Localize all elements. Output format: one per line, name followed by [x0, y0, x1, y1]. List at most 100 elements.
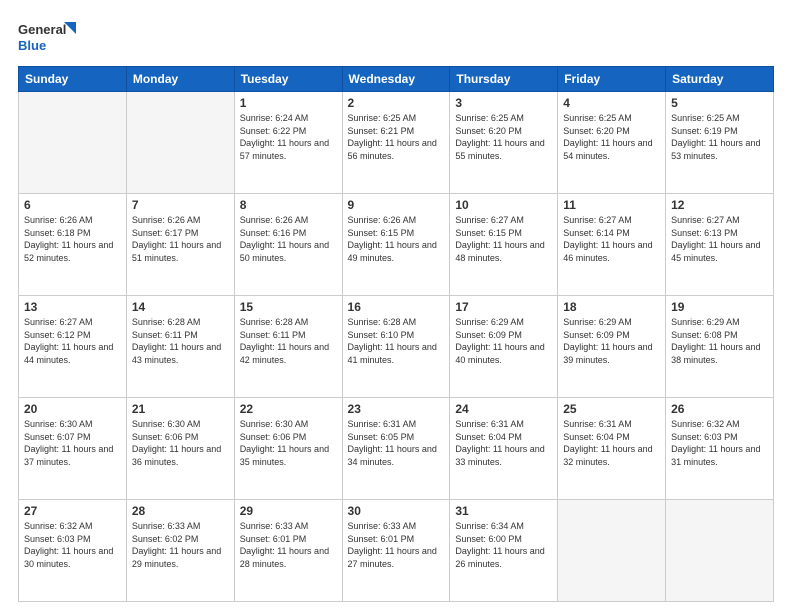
cell-daylight-info: Sunrise: 6:24 AM Sunset: 6:22 PM Dayligh… [240, 112, 337, 162]
cell-daylight-info: Sunrise: 6:30 AM Sunset: 6:06 PM Dayligh… [240, 418, 337, 468]
weekday-header-saturday: Saturday [666, 67, 774, 92]
calendar-cell [558, 500, 666, 602]
calendar-cell: 27Sunrise: 6:32 AM Sunset: 6:03 PM Dayli… [19, 500, 127, 602]
cell-daylight-info: Sunrise: 6:29 AM Sunset: 6:09 PM Dayligh… [563, 316, 660, 366]
svg-text:Blue: Blue [18, 38, 46, 53]
day-number: 31 [455, 504, 552, 518]
day-number: 3 [455, 96, 552, 110]
logo-svg: General Blue [18, 18, 78, 58]
weekday-header-monday: Monday [126, 67, 234, 92]
calendar-cell: 22 Sunrise: 6:30 AM Sunset: 6:06 PM Dayli… [234, 398, 342, 500]
calendar-cell: 8 Sunrise: 6:26 AM Sunset: 6:16 PM Daylig… [234, 194, 342, 296]
cell-daylight-info: Sunrise: 6:29 AM Sunset: 6:09 PM Dayligh… [455, 316, 552, 366]
cell-daylight-info: Sunrise: 6:31 AM Sunset: 6:04 PM Dayligh… [455, 418, 552, 468]
day-number: 11 [563, 198, 660, 212]
day-number: 29 [240, 504, 337, 518]
cell-daylight-info: Sunrise: 6:25 AM Sunset: 6:20 PM Dayligh… [563, 112, 660, 162]
calendar-cell: 9 Sunrise: 6:26 AM Sunset: 6:15 PM Daylig… [342, 194, 450, 296]
day-number: 17 [455, 300, 552, 314]
cell-daylight-info: Sunrise: 6:31 AM Sunset: 6:04 PM Dayligh… [563, 418, 660, 468]
cell-daylight-info: Sunrise: 6:33 AM Sunset: 6:02 PM Dayligh… [132, 520, 229, 570]
cell-daylight-info: Sunrise: 6:25 AM Sunset: 6:19 PM Dayligh… [671, 112, 768, 162]
weekday-header-sunday: Sunday [19, 67, 127, 92]
calendar-cell: 31Sunrise: 6:34 AM Sunset: 6:00 PM Dayli… [450, 500, 558, 602]
cell-daylight-info: Sunrise: 6:28 AM Sunset: 6:11 PM Dayligh… [132, 316, 229, 366]
cell-daylight-info: Sunrise: 6:33 AM Sunset: 6:01 PM Dayligh… [348, 520, 445, 570]
cell-daylight-info: Sunrise: 6:33 AM Sunset: 6:01 PM Dayligh… [240, 520, 337, 570]
day-number: 23 [348, 402, 445, 416]
cell-daylight-info: Sunrise: 6:29 AM Sunset: 6:08 PM Dayligh… [671, 316, 768, 366]
cell-daylight-info: Sunrise: 6:28 AM Sunset: 6:10 PM Dayligh… [348, 316, 445, 366]
cell-daylight-info: Sunrise: 6:25 AM Sunset: 6:21 PM Dayligh… [348, 112, 445, 162]
calendar-cell: 17 Sunrise: 6:29 AM Sunset: 6:09 PM Dayli… [450, 296, 558, 398]
week-row-4: 27Sunrise: 6:32 AM Sunset: 6:03 PM Dayli… [19, 500, 774, 602]
day-number: 21 [132, 402, 229, 416]
cell-daylight-info: Sunrise: 6:32 AM Sunset: 6:03 PM Dayligh… [671, 418, 768, 468]
cell-daylight-info: Sunrise: 6:25 AM Sunset: 6:20 PM Dayligh… [455, 112, 552, 162]
day-number: 2 [348, 96, 445, 110]
cell-daylight-info: Sunrise: 6:27 AM Sunset: 6:14 PM Dayligh… [563, 214, 660, 264]
day-number: 13 [24, 300, 121, 314]
calendar-cell: 6 Sunrise: 6:26 AM Sunset: 6:18 PM Daylig… [19, 194, 127, 296]
day-number: 25 [563, 402, 660, 416]
weekday-header-thursday: Thursday [450, 67, 558, 92]
calendar-cell: 21Sunrise: 6:30 AM Sunset: 6:06 PM Dayli… [126, 398, 234, 500]
day-number: 1 [240, 96, 337, 110]
day-number: 7 [132, 198, 229, 212]
calendar-cell: 4 Sunrise: 6:25 AM Sunset: 6:20 PM Daylig… [558, 92, 666, 194]
day-number: 19 [671, 300, 768, 314]
day-number: 27 [24, 504, 121, 518]
calendar-cell: 10 Sunrise: 6:27 AM Sunset: 6:15 PM Dayli… [450, 194, 558, 296]
logo: General Blue [18, 18, 78, 58]
svg-text:General: General [18, 22, 66, 37]
day-number: 22 [240, 402, 337, 416]
cell-daylight-info: Sunrise: 6:27 AM Sunset: 6:13 PM Dayligh… [671, 214, 768, 264]
page: General Blue SundayMondayTuesdayWednesda… [0, 0, 792, 612]
calendar-table: SundayMondayTuesdayWednesdayThursdayFrid… [18, 66, 774, 602]
cell-daylight-info: Sunrise: 6:28 AM Sunset: 6:11 PM Dayligh… [240, 316, 337, 366]
cell-daylight-info: Sunrise: 6:26 AM Sunset: 6:16 PM Dayligh… [240, 214, 337, 264]
cell-daylight-info: Sunrise: 6:27 AM Sunset: 6:15 PM Dayligh… [455, 214, 552, 264]
cell-daylight-info: Sunrise: 6:26 AM Sunset: 6:15 PM Dayligh… [348, 214, 445, 264]
calendar-cell: 16 Sunrise: 6:28 AM Sunset: 6:10 PM Dayli… [342, 296, 450, 398]
week-row-0: 1 Sunrise: 6:24 AM Sunset: 6:22 PM Daylig… [19, 92, 774, 194]
calendar-cell: 23 Sunrise: 6:31 AM Sunset: 6:05 PM Dayli… [342, 398, 450, 500]
calendar-cell: 15 Sunrise: 6:28 AM Sunset: 6:11 PM Dayli… [234, 296, 342, 398]
calendar-cell: 14 Sunrise: 6:28 AM Sunset: 6:11 PM Dayli… [126, 296, 234, 398]
day-number: 16 [348, 300, 445, 314]
day-number: 18 [563, 300, 660, 314]
calendar-cell: 18 Sunrise: 6:29 AM Sunset: 6:09 PM Dayli… [558, 296, 666, 398]
day-number: 30 [348, 504, 445, 518]
day-number: 14 [132, 300, 229, 314]
calendar-cell: 13Sunrise: 6:27 AM Sunset: 6:12 PM Dayli… [19, 296, 127, 398]
day-number: 9 [348, 198, 445, 212]
calendar-cell: 5Sunrise: 6:25 AM Sunset: 6:19 PM Daylig… [666, 92, 774, 194]
calendar-cell [19, 92, 127, 194]
day-number: 20 [24, 402, 121, 416]
weekday-header-friday: Friday [558, 67, 666, 92]
day-number: 6 [24, 198, 121, 212]
calendar-cell: 7Sunrise: 6:26 AM Sunset: 6:17 PM Daylig… [126, 194, 234, 296]
week-row-2: 13Sunrise: 6:27 AM Sunset: 6:12 PM Dayli… [19, 296, 774, 398]
calendar-cell: 24Sunrise: 6:31 AM Sunset: 6:04 PM Dayli… [450, 398, 558, 500]
calendar-cell: 3 Sunrise: 6:25 AM Sunset: 6:20 PM Daylig… [450, 92, 558, 194]
day-number: 12 [671, 198, 768, 212]
cell-daylight-info: Sunrise: 6:31 AM Sunset: 6:05 PM Dayligh… [348, 418, 445, 468]
day-number: 15 [240, 300, 337, 314]
cell-daylight-info: Sunrise: 6:30 AM Sunset: 6:07 PM Dayligh… [24, 418, 121, 468]
week-row-1: 6 Sunrise: 6:26 AM Sunset: 6:18 PM Daylig… [19, 194, 774, 296]
day-number: 4 [563, 96, 660, 110]
calendar-cell: 20 Sunrise: 6:30 AM Sunset: 6:07 PM Dayli… [19, 398, 127, 500]
calendar-cell: 30 Sunrise: 6:33 AM Sunset: 6:01 PM Dayli… [342, 500, 450, 602]
weekday-header-tuesday: Tuesday [234, 67, 342, 92]
day-number: 8 [240, 198, 337, 212]
day-number: 28 [132, 504, 229, 518]
calendar-cell: 12 Sunrise: 6:27 AM Sunset: 6:13 PM Dayli… [666, 194, 774, 296]
header: General Blue [18, 18, 774, 58]
day-number: 26 [671, 402, 768, 416]
calendar-cell: 29 Sunrise: 6:33 AM Sunset: 6:01 PM Dayli… [234, 500, 342, 602]
day-number: 10 [455, 198, 552, 212]
cell-daylight-info: Sunrise: 6:26 AM Sunset: 6:18 PM Dayligh… [24, 214, 121, 264]
calendar-cell: 28 Sunrise: 6:33 AM Sunset: 6:02 PM Dayli… [126, 500, 234, 602]
calendar-cell: 26 Sunrise: 6:32 AM Sunset: 6:03 PM Dayli… [666, 398, 774, 500]
